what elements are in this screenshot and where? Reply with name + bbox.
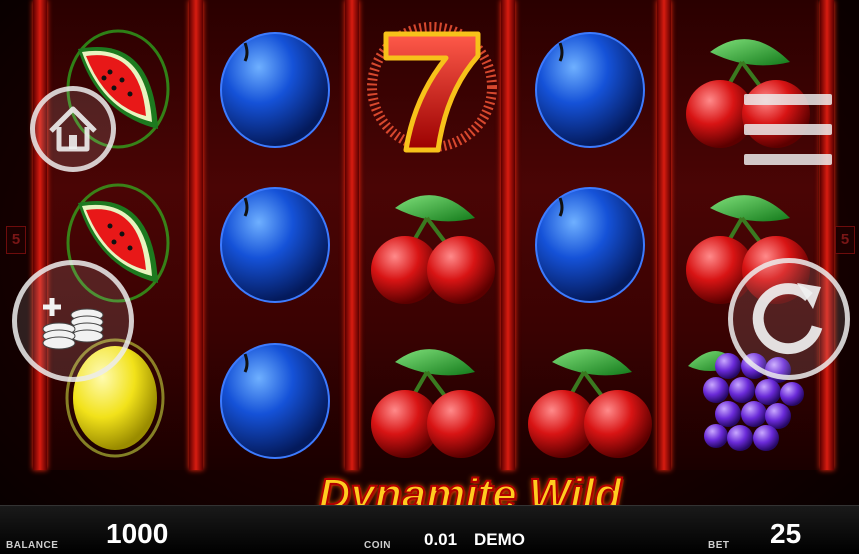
payline-indicator-left: 5 [6,226,26,254]
plum-symbol [220,187,330,303]
refresh-icon [752,283,823,355]
mode-indicator: DEMO [474,530,525,549]
bet-label: BET [708,540,730,551]
status-bar: BALANCE 1000 COIN 0.01 DEMO BET 25 [0,505,859,554]
home-button[interactable] [30,86,116,172]
coin-amount: 0.01 [424,530,458,549]
plum-symbol [535,32,645,148]
reel-divider [345,0,359,470]
cherry-symbol [528,349,652,458]
reel-divider [33,0,47,470]
spin-button[interactable] [728,258,850,380]
menu-button[interactable] [744,94,832,168]
reel-divider [189,0,203,470]
home-icon [49,106,97,152]
cherry-symbol [371,195,495,304]
plum-symbol [220,32,330,148]
coins-plus-icon [42,298,104,350]
reel-divider [657,0,671,470]
balance-value: 1000 [106,518,169,549]
seven-symbol [367,22,497,153]
bet-value[interactable]: 25 [770,518,801,550]
balance-label: BALANCE [6,540,59,551]
reel-divider [820,0,834,470]
coin-value[interactable]: 0.01 [424,530,457,550]
cherry-symbol [371,349,495,458]
plum-symbol [535,187,645,303]
coin-label: COIN [364,540,391,551]
plum-symbol [220,343,330,459]
payline-indicator-right: 5 [835,226,855,254]
game-stage: 5 5 Dynamite Wild BALANCE 1000 COIN 0.01… [0,0,859,554]
reel-divider [501,0,515,470]
coins-bet-button[interactable] [12,260,134,382]
